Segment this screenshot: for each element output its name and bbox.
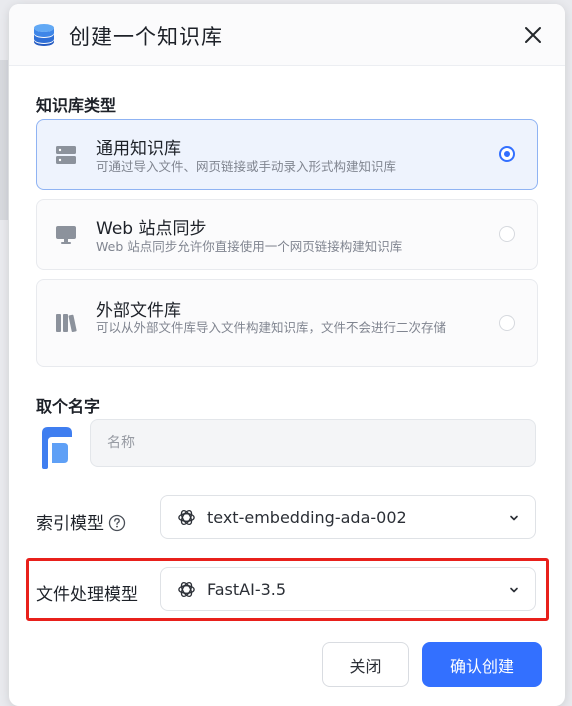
books-icon xyxy=(56,314,77,333)
index-model-value: text-embedding-ada-002 xyxy=(207,508,407,527)
close-button[interactable]: 关闭 xyxy=(322,642,409,687)
name-input[interactable] xyxy=(90,419,536,467)
radio-unselected[interactable] xyxy=(499,315,515,331)
index-model-label: 索引模型 xyxy=(36,509,126,534)
type-option-name: 通用知识库 xyxy=(96,139,181,159)
close-icon[interactable] xyxy=(521,23,545,47)
type-option-general[interactable]: 通用知识库 可通过导入文件、网页链接或手动录入形式构建知识库 xyxy=(36,119,538,190)
confirm-create-button[interactable]: 确认创建 xyxy=(422,642,542,687)
type-section-label: 知识库类型 xyxy=(36,96,117,115)
chevron-down-icon xyxy=(510,587,518,593)
type-option-external-files[interactable]: 外部文件库 可以从外部文件库导入文件构建知识库，文件不会进行二次存储 xyxy=(36,279,538,367)
database-icon xyxy=(34,24,54,46)
openai-icon xyxy=(178,581,195,598)
monitor-icon xyxy=(56,226,76,244)
backdrop-page xyxy=(0,60,8,220)
type-option-name: 外部文件库 xyxy=(96,301,181,321)
name-section-label: 取个名字 xyxy=(36,397,101,416)
dialog-title: 创建一个知识库 xyxy=(69,25,223,49)
type-option-desc: 可以从外部文件库导入文件构建知识库，文件不会进行二次存储 xyxy=(96,320,447,335)
radio-selected[interactable] xyxy=(499,146,515,162)
type-option-desc: 可通过导入文件、网页链接或手动录入形式构建知识库 xyxy=(96,159,397,174)
type-option-name: Web 站点同步 xyxy=(96,219,207,239)
chevron-down-icon xyxy=(510,515,518,521)
openai-icon xyxy=(178,509,195,526)
radio-unselected[interactable] xyxy=(499,226,515,242)
create-knowledge-base-dialog: 创建一个知识库 知识库类型 通用知识库 可通过导入文件、网页链接或手动录入形式构… xyxy=(9,4,565,706)
fastgpt-logo-icon[interactable] xyxy=(36,423,80,473)
index-model-select[interactable]: text-embedding-ada-002 xyxy=(160,495,536,539)
file-model-label: 文件处理模型 xyxy=(36,585,138,605)
type-option-web-sync[interactable]: Web 站点同步 Web 站点同步允许你直接使用一个网页链接构建知识库 xyxy=(36,199,538,270)
file-model-value: FastAI-3.5 xyxy=(207,580,287,599)
help-icon[interactable] xyxy=(108,514,126,532)
file-model-select[interactable]: FastAI-3.5 xyxy=(160,567,536,611)
dialog-header: 创建一个知识库 xyxy=(9,4,565,66)
type-option-desc: Web 站点同步允许你直接使用一个网页链接构建知识库 xyxy=(96,239,403,254)
database-stack-icon xyxy=(56,146,76,164)
index-model-label-text: 索引模型 xyxy=(36,514,104,534)
